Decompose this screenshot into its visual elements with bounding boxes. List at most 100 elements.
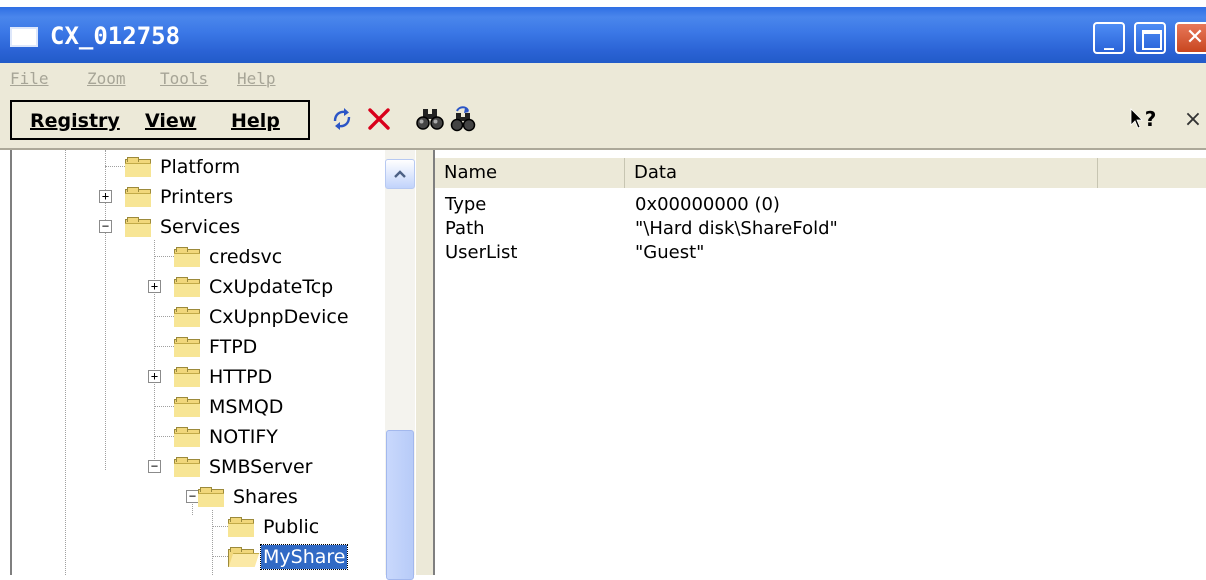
close-icon[interactable]: × [1180, 102, 1206, 136]
folder-icon [198, 487, 224, 507]
tree-node-public[interactable]: Public [228, 513, 321, 541]
close-window-icon: ✕ [1185, 25, 1205, 50]
row-userlist-name[interactable]: UserList [445, 241, 518, 265]
window-title: CX_012758 [50, 22, 181, 50]
tree-node-ftpd[interactable]: FTPD [174, 333, 259, 361]
tree-node-label: SMBServer [209, 456, 313, 478]
row-type-name[interactable]: Type [445, 193, 486, 217]
tree-node-label: NOTIFY [209, 426, 278, 448]
folder-icon [125, 217, 151, 237]
menu-help[interactable]: Help [237, 69, 276, 88]
tree-branch-line [105, 166, 127, 168]
help-pointer-icon[interactable]: ? [1123, 102, 1163, 136]
tree-node-httpd[interactable]: HTTPD [174, 363, 274, 391]
tree-node-smbserver[interactable]: SMBServer [174, 453, 314, 481]
chevron-up-icon [394, 170, 406, 178]
tree-branch-line [154, 406, 176, 408]
toolbar: Registry View Help ? × [0, 95, 1206, 150]
folder-icon [174, 337, 200, 357]
menu-file[interactable]: File [10, 69, 49, 88]
find-icon[interactable] [413, 102, 447, 136]
toolbar-menu-help[interactable]: Help [231, 110, 280, 132]
expand-toggle[interactable]: + [148, 280, 161, 293]
row-path-name[interactable]: Path [445, 217, 485, 241]
folder-icon [174, 307, 200, 327]
tree-branch-line [154, 436, 176, 438]
tree-node-cxupdatetcp[interactable]: CxUpdateTcp [174, 273, 335, 301]
tree-node-shares[interactable]: Shares [198, 483, 300, 511]
tree-node-printers[interactable]: Printers [125, 183, 235, 211]
delete-icon[interactable] [362, 102, 396, 136]
tree-scrollbar[interactable] [385, 150, 415, 580]
tree-node-notify[interactable]: NOTIFY [174, 423, 280, 451]
tree-node-platform[interactable]: Platform [125, 153, 242, 181]
tree-node-cxupnpdevice[interactable]: CxUpnpDevice [174, 303, 351, 331]
find-next-icon[interactable] [446, 102, 480, 136]
tree-node-label-selected: MyShare [259, 544, 349, 570]
minimize-button[interactable]: _ [1093, 22, 1125, 54]
tree-guide-line [65, 150, 67, 575]
maximize-icon [1142, 30, 1162, 50]
expand-toggle[interactable]: + [148, 370, 161, 383]
scroll-up-button[interactable] [385, 159, 415, 189]
scroll-thumb[interactable] [386, 430, 414, 580]
tree-node-label: MSMQD [209, 396, 284, 418]
tree-node-services[interactable]: Services [125, 213, 242, 241]
collapse-toggle[interactable]: − [99, 220, 112, 233]
tree-node-label: Services [160, 216, 241, 238]
tree-branch-line [154, 256, 176, 258]
folder-icon [174, 367, 200, 387]
tree-node-label: FTPD [209, 336, 258, 358]
tree-node-label: credsvc [209, 246, 283, 268]
tree-branch-line [212, 556, 228, 558]
menu-tools[interactable]: Tools [160, 69, 208, 88]
tree-node-label: Shares [233, 486, 298, 508]
folder-icon [174, 427, 200, 447]
tree-node-label: HTTPD [209, 366, 273, 388]
folder-icon [174, 277, 200, 297]
column-header-name[interactable]: Name [435, 158, 625, 188]
tree-guide-line [154, 240, 156, 465]
maximize-button[interactable] [1134, 22, 1166, 54]
tree-branch-line [212, 526, 228, 528]
tree-guide-line [212, 510, 214, 575]
toolbar-menu-view[interactable]: View [145, 110, 196, 132]
help-pointer-label: ? [1144, 107, 1157, 131]
tree-node-label: Platform [160, 156, 241, 178]
tree-node-label: CxUpnpDevice [209, 306, 349, 328]
tree-view[interactable]: + − + + − − Platform Printers Services c… [10, 150, 410, 575]
column-header-extra[interactable] [1098, 158, 1206, 188]
values-list[interactable]: Name Data Type 0x00000000 (0) Path "\Har… [435, 150, 1206, 575]
tree-node-myshare[interactable]: MyShare [228, 543, 349, 571]
folder-icon [174, 457, 200, 477]
tree-node-label: CxUpdateTcp [209, 276, 334, 298]
folder-icon [125, 157, 151, 177]
tree-node-label: Public [263, 516, 320, 538]
tree-branch-line [154, 316, 176, 318]
row-type-data: 0x00000000 (0) [635, 194, 780, 215]
folder-icon [174, 247, 200, 267]
tree-branch-line [154, 346, 176, 348]
folder-icon [125, 187, 151, 207]
expand-toggle[interactable]: + [99, 190, 112, 203]
row-path-data: "\Hard disk\ShareFold" [635, 218, 838, 239]
tree-node-label: Printers [160, 186, 234, 208]
tree-node-msmqd[interactable]: MSMQD [174, 393, 285, 421]
toolbar-menu-group: Registry View Help [10, 100, 310, 140]
row-userlist-data: "Guest" [635, 242, 705, 263]
folder-icon [174, 397, 200, 417]
close-window-button[interactable]: ✕ [1175, 22, 1206, 54]
menu-zoom[interactable]: Zoom [87, 69, 126, 88]
menu-bar: File Zoom Tools Help [0, 63, 1206, 95]
app-window-icon [10, 27, 38, 47]
open-folder-icon [228, 547, 260, 567]
pane-splitter[interactable] [415, 150, 435, 575]
folder-icon [228, 517, 254, 537]
toolbar-menu-registry[interactable]: Registry [30, 110, 120, 132]
tree-node-credsvc[interactable]: credsvc [174, 243, 284, 271]
column-header-data[interactable]: Data [625, 158, 1098, 188]
refresh-icon[interactable] [325, 102, 359, 136]
minimize-icon: _ [1104, 26, 1114, 50]
collapse-toggle[interactable]: − [148, 460, 161, 473]
title-bar[interactable]: CX_012758 _ ✕ [0, 7, 1206, 63]
